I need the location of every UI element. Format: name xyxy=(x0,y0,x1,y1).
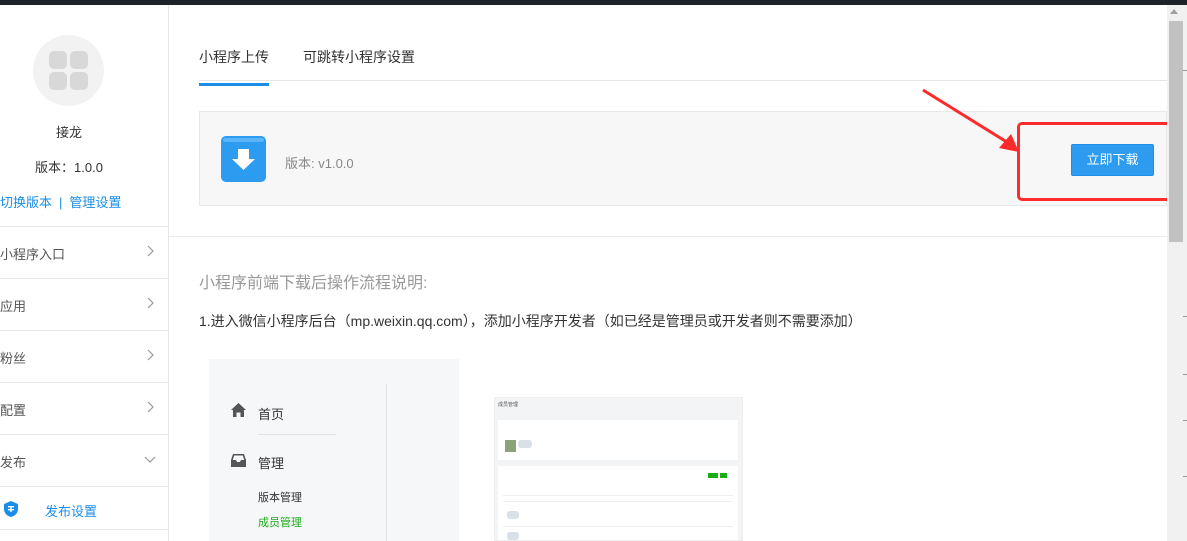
chevron-right-icon xyxy=(147,401,154,413)
chevron-right-icon xyxy=(147,297,154,309)
blurred-avatar xyxy=(507,511,519,519)
green-button xyxy=(720,473,727,478)
logo-square xyxy=(49,51,67,69)
menu-separator xyxy=(386,384,387,541)
chevron-right-icon xyxy=(147,349,154,361)
guide-title: 小程序前端下载后操作流程说明: xyxy=(199,275,428,292)
members-card xyxy=(498,466,738,540)
menu-manage-label: 管理 xyxy=(258,456,285,471)
annotation-highlight-box xyxy=(1017,122,1172,201)
sidebar-item-publish-settings[interactable]: 发布设置 xyxy=(0,486,169,530)
menu-divider xyxy=(258,434,336,435)
sidebar-item-fans[interactable]: 粉丝 xyxy=(0,330,169,382)
blurred-name xyxy=(518,440,532,448)
scrollbar-thumb[interactable] xyxy=(1169,21,1183,242)
table-row xyxy=(503,526,733,527)
scroll-up-arrow-icon[interactable] xyxy=(1170,9,1178,14)
sidebar-item-label: 发布 xyxy=(0,455,27,470)
menu-home-label: 首页 xyxy=(258,407,285,422)
sidebar-item-label: 配置 xyxy=(0,403,27,418)
edge-tick xyxy=(1183,476,1187,477)
menu-member-manage-label: 成员管理 xyxy=(258,517,302,529)
logo-square xyxy=(70,72,88,90)
link-separator: | xyxy=(59,195,63,210)
menu-version-manage-label: 版本管理 xyxy=(258,492,302,504)
manage-settings-link[interactable]: 管理设置 xyxy=(69,192,121,211)
download-box-icon xyxy=(221,136,266,182)
sidebar: 接龙 版本：1.0.0 切换版本 | 管理设置 小程序入口 应用 粉丝 配置 发布 xyxy=(0,5,169,541)
app-links: 切换版本 | 管理设置 xyxy=(0,192,169,211)
logo-square xyxy=(49,72,67,90)
guide-screenshot-members: 成员管理 xyxy=(494,397,743,541)
sidebar-nav: 小程序入口 应用 粉丝 配置 发布 xyxy=(0,226,169,486)
sidebar-item-config[interactable]: 配置 xyxy=(0,382,169,434)
chevron-down-icon xyxy=(144,456,156,463)
table-row xyxy=(503,501,733,502)
tab-bar: 小程序上传 可跳转小程序设置 xyxy=(199,5,1167,86)
logo-square xyxy=(70,51,88,69)
annotation-arrow-icon xyxy=(922,88,1019,152)
sidebar-item-label: 发布设置 xyxy=(45,504,98,519)
tab-miniprogram-upload[interactable]: 小程序上传 xyxy=(199,47,269,86)
sidebar-item-label: 应用 xyxy=(0,299,27,314)
version-text: 版本: v1.0.0 xyxy=(285,156,354,171)
edge-tick xyxy=(1183,316,1187,317)
table-row xyxy=(503,495,733,496)
divider xyxy=(169,236,1167,237)
sidebar-item-apps[interactable]: 应用 xyxy=(0,278,169,330)
home-icon xyxy=(231,403,246,417)
sidebar-item-miniprogram-entry[interactable]: 小程序入口 xyxy=(0,226,169,278)
sidebar-item-label: 小程序入口 xyxy=(0,247,66,262)
admin-avatar xyxy=(505,440,516,452)
inbox-icon xyxy=(231,454,246,467)
edge-tick xyxy=(1183,70,1187,71)
chevron-right-icon xyxy=(147,245,154,257)
tab-jump-miniprogram-settings[interactable]: 可跳转小程序设置 xyxy=(303,47,415,67)
app-name: 接龙 xyxy=(55,125,82,140)
shield-icon xyxy=(4,501,18,517)
blurred-avatar xyxy=(507,532,519,540)
app-logo xyxy=(33,35,104,106)
guide-step-1: 1.进入微信小程序后台（mp.weixin.qq.com），添加小程序开发者（如… xyxy=(199,313,862,329)
add-member-button xyxy=(708,473,718,478)
sidebar-item-label: 粉丝 xyxy=(0,351,27,366)
guide-screenshot-menu: 首页 管理 版本管理 成员管理 xyxy=(209,359,459,541)
switch-version-link[interactable]: 切换版本 xyxy=(0,192,52,211)
edge-tick xyxy=(1183,420,1187,421)
admin-card xyxy=(498,420,738,460)
sidebar-item-publish[interactable]: 发布 xyxy=(0,434,169,486)
members-title: 成员管理 xyxy=(498,402,519,408)
edge-tick xyxy=(1183,374,1187,375)
app-version: 版本：1.0.0 xyxy=(35,160,103,175)
